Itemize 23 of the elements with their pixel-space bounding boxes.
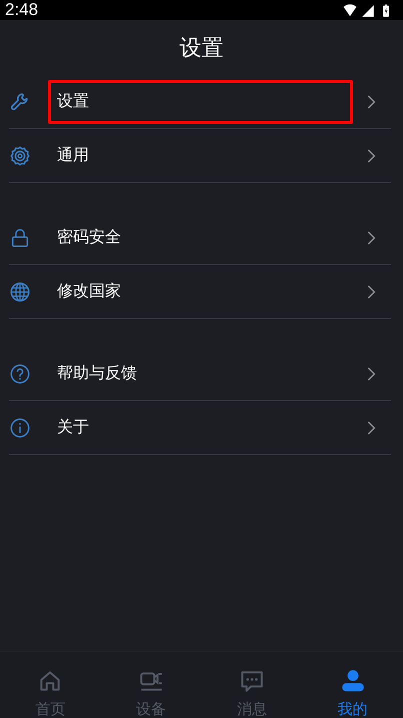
row-label: 设置 xyxy=(57,91,89,112)
globe-icon xyxy=(9,280,31,302)
row-label: 关于 xyxy=(57,417,89,438)
info-icon xyxy=(9,416,31,438)
settings-row[interactable]: 通用 xyxy=(9,129,391,183)
row-label: 通用 xyxy=(57,145,89,166)
row-label: 帮助与反馈 xyxy=(57,363,137,384)
screen-title: 设置 xyxy=(180,34,224,62)
tab[interactable]: 我的 xyxy=(302,652,403,718)
status-time: 2:48 xyxy=(5,0,38,20)
gear-icon xyxy=(9,144,31,166)
signal-icon xyxy=(361,3,375,17)
row-label: 修改国家 xyxy=(57,281,121,302)
settings-row[interactable]: 关于 xyxy=(9,401,391,455)
wifi-icon xyxy=(343,3,357,17)
settings-row[interactable]: 设置 xyxy=(9,75,391,129)
lock-icon xyxy=(9,226,31,248)
person-icon xyxy=(340,668,366,694)
row-label: 密码安全 xyxy=(57,227,121,248)
help-icon xyxy=(9,362,31,384)
settings-row[interactable]: 密码安全 xyxy=(9,211,391,265)
settings-row[interactable]: 修改国家 xyxy=(9,265,391,319)
settings-row[interactable]: 帮助与反馈 xyxy=(9,347,391,401)
